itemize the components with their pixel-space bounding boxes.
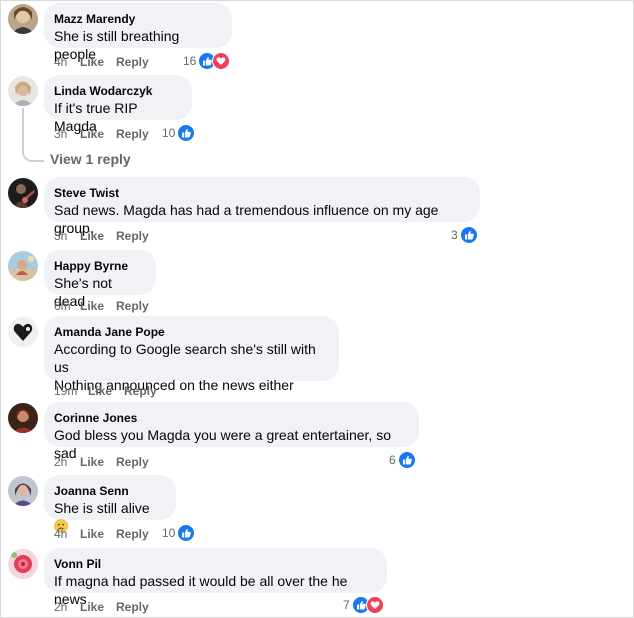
reply-button[interactable]: Reply — [116, 600, 149, 614]
comment-actions: 4h Like Reply — [54, 527, 149, 541]
reaction-count: 3 — [451, 228, 458, 242]
comment-author[interactable]: Happy Byrne — [54, 258, 145, 274]
comment-text: She is still alive — [54, 500, 150, 516]
avatar[interactable] — [8, 317, 38, 347]
comment-actions: 2h Like Reply — [54, 600, 149, 614]
avatar[interactable] — [8, 403, 38, 433]
like-button[interactable]: Like — [80, 55, 116, 69]
avatar[interactable] — [8, 178, 38, 208]
comment-text-line: According to Google search she's still w… — [54, 341, 316, 375]
reaction-summary[interactable]: 6 — [389, 451, 416, 469]
comment-timestamp[interactable]: 4h — [54, 55, 80, 69]
comment-timestamp[interactable]: 2h — [54, 600, 80, 614]
comment-bubble: Vonn Pil If magna had passed it would be… — [44, 548, 387, 607]
avatar[interactable] — [8, 251, 38, 281]
like-button[interactable]: Like — [80, 455, 116, 469]
comment-bubble: Happy Byrne She's not dead — [44, 250, 156, 309]
comment-timestamp[interactable]: 3h — [54, 127, 80, 141]
reply-button[interactable]: Reply — [116, 55, 149, 69]
like-button[interactable]: Like — [80, 600, 116, 614]
comment-author[interactable]: Linda Wodarczyk — [54, 83, 181, 99]
reaction-summary[interactable]: 3 — [451, 226, 478, 244]
like-icon — [459, 226, 478, 244]
comment-actions: 19m Like Reply — [54, 384, 157, 398]
comment-actions: 6m Like Reply — [54, 299, 149, 313]
reaction-count: 10 — [162, 526, 176, 540]
like-icon — [397, 451, 416, 469]
comment-bubble: Corinne Jones God bless you Magda you we… — [44, 402, 419, 461]
comment-actions: 3h Like Reply — [54, 229, 149, 243]
reply-thread-line — [22, 108, 44, 162]
like-button[interactable]: Like — [80, 127, 116, 141]
reply-button[interactable]: Reply — [116, 299, 149, 313]
comment-timestamp[interactable]: 6m — [54, 299, 80, 313]
comment-bubble: Amanda Jane Pope According to Google sea… — [44, 316, 339, 393]
comment-bubble: Joanna Senn She is still alive — [44, 475, 176, 533]
like-button[interactable]: Like — [80, 299, 116, 313]
like-button[interactable]: Like — [88, 384, 124, 398]
avatar[interactable] — [8, 76, 38, 106]
love-icon — [365, 596, 384, 614]
like-icon — [177, 124, 196, 142]
reply-button[interactable]: Reply — [116, 229, 149, 243]
avatar[interactable] — [8, 4, 38, 34]
avatar[interactable] — [8, 476, 38, 506]
comment-timestamp[interactable]: 19m — [54, 384, 88, 398]
reply-button[interactable]: Reply — [116, 455, 149, 469]
comment-author[interactable]: Mazz Marendy — [54, 11, 221, 27]
comment-author[interactable]: Corinne Jones — [54, 410, 408, 426]
reaction-count: 6 — [389, 453, 396, 467]
avatar[interactable] — [8, 549, 38, 579]
comment-author[interactable]: Joanna Senn — [54, 483, 165, 499]
comment-actions: 3h Like Reply — [54, 127, 149, 141]
comment-actions: 2h Like Reply — [54, 455, 149, 469]
comment-timestamp[interactable]: 2h — [54, 455, 80, 469]
comment-bubble: Mazz Marendy She is still breathing peop… — [44, 3, 232, 62]
reaction-summary[interactable]: 16 — [183, 52, 231, 70]
view-replies-link[interactable]: View 1 reply — [50, 151, 131, 167]
reaction-summary[interactable]: 10 — [162, 524, 196, 542]
comment-bubble: Steve Twist Sad news. Magda has had a tr… — [44, 177, 480, 236]
like-button[interactable]: Like — [80, 527, 116, 541]
love-icon — [212, 52, 231, 70]
reaction-summary[interactable]: 10 — [162, 124, 196, 142]
reply-button[interactable]: Reply — [116, 527, 149, 541]
comment-author[interactable]: Steve Twist — [54, 185, 469, 201]
reaction-summary[interactable]: 7 — [343, 596, 384, 614]
like-button[interactable]: Like — [80, 229, 116, 243]
reaction-count: 10 — [162, 126, 176, 140]
comment-author[interactable]: Amanda Jane Pope — [54, 324, 328, 340]
reaction-count: 16 — [183, 54, 197, 68]
like-icon — [177, 524, 196, 542]
reply-button[interactable]: Reply — [124, 384, 157, 398]
comment-bubble: Linda Wodarczyk If it's true RIP Magda — [44, 75, 192, 134]
reaction-count: 7 — [343, 598, 350, 612]
comment-timestamp[interactable]: 4h — [54, 527, 80, 541]
comment-timestamp[interactable]: 3h — [54, 229, 80, 243]
comment-actions: 4h Like Reply — [54, 55, 149, 69]
comment-author[interactable]: Vonn Pil — [54, 556, 376, 572]
reply-button[interactable]: Reply — [116, 127, 149, 141]
